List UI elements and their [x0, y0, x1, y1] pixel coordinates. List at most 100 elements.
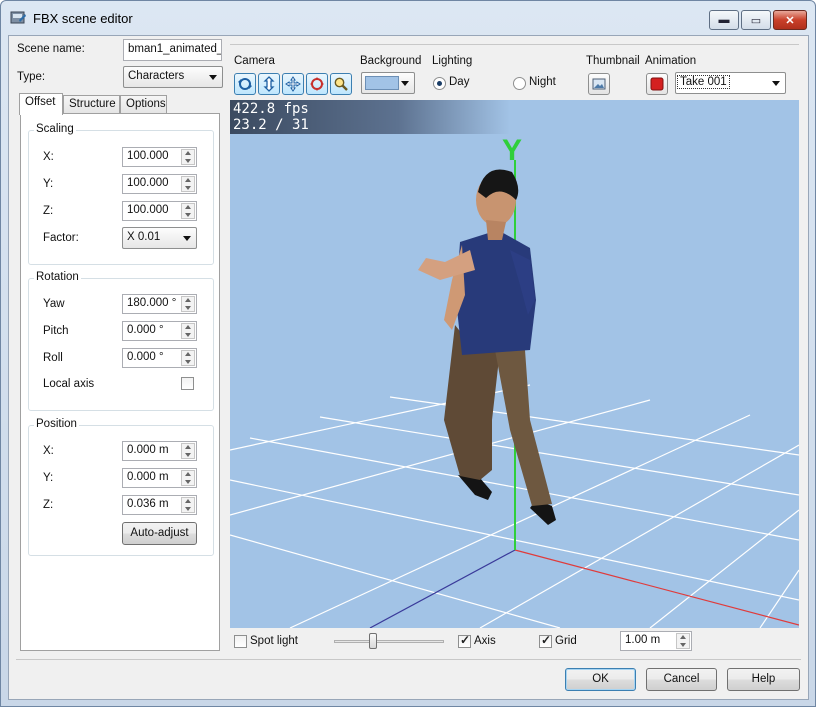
- scene-name-input[interactable]: bman1_animated_ru: [123, 39, 222, 61]
- night-radio[interactable]: [513, 77, 526, 90]
- scene-canvas: Y: [230, 134, 799, 628]
- pos-x-value: 0.000 m: [127, 444, 169, 456]
- day-label: Day: [449, 76, 470, 88]
- animation-label: Animation: [645, 55, 697, 67]
- spinner-icon[interactable]: [181, 296, 195, 312]
- scale-z-input[interactable]: 100.000: [122, 201, 197, 221]
- spinner-icon[interactable]: [181, 350, 195, 366]
- background-swatch: [365, 76, 399, 90]
- scale-x-input[interactable]: 100.000: [122, 147, 197, 167]
- grid-label: Grid: [555, 635, 577, 647]
- type-select-value: Characters: [128, 70, 185, 82]
- spot-light-label: Spot light: [250, 635, 298, 647]
- scaling-title: Scaling: [34, 123, 76, 135]
- roll-input[interactable]: 0.000 °: [122, 348, 197, 368]
- chevron-down-icon: [772, 81, 780, 86]
- pos-x-input[interactable]: 0.000 m: [122, 441, 197, 461]
- minimize-button[interactable]: ▬: [709, 10, 739, 30]
- scale-y-label: Y:: [43, 178, 54, 190]
- spinner-icon[interactable]: [181, 497, 195, 513]
- ok-button[interactable]: OK: [565, 668, 636, 691]
- orbit-camera-icon: [310, 77, 324, 91]
- footer-divider: [16, 659, 801, 660]
- rotate-camera-button[interactable]: [234, 73, 256, 95]
- pos-y-input[interactable]: 0.000 m: [122, 468, 197, 488]
- spinner-icon[interactable]: [181, 149, 195, 165]
- spinner-icon[interactable]: [181, 203, 195, 219]
- viewport-options-bar: Spot light Axis Grid 1.00 m: [230, 630, 799, 654]
- dialog-body: Scene name: bman1_animated_ru Type: Char…: [8, 35, 809, 700]
- character-model: [418, 169, 556, 525]
- move-camera-button[interactable]: [282, 73, 304, 95]
- day-radio[interactable]: [433, 77, 446, 90]
- spinner-icon[interactable]: [181, 443, 195, 459]
- pan-vertical-icon: [263, 76, 275, 92]
- spot-light-slider-thumb[interactable]: [368, 633, 377, 649]
- grid-size-input[interactable]: 1.00 m: [620, 631, 692, 651]
- record-button[interactable]: [646, 73, 668, 95]
- rotation-group: Rotation Yaw 180.000 ° Pitch 0.000 ° Rol…: [28, 271, 214, 411]
- y-axis-label: Y: [502, 134, 522, 167]
- camera-label: Camera: [234, 55, 275, 67]
- close-button[interactable]: ✕: [773, 10, 807, 30]
- roll-value: 0.000 °: [127, 351, 164, 363]
- background-color-picker[interactable]: [361, 72, 415, 94]
- pos-z-input[interactable]: 0.036 m: [122, 495, 197, 515]
- pitch-label: Pitch: [43, 325, 69, 337]
- pan-vertical-button[interactable]: [258, 73, 280, 95]
- animation-select-value: Take 001: [677, 75, 730, 89]
- zoom-button[interactable]: [330, 73, 352, 95]
- background-label: Background: [360, 55, 422, 67]
- pos-y-label: Y:: [43, 472, 54, 484]
- zoom-icon: [334, 77, 348, 91]
- spinner-icon[interactable]: [181, 470, 195, 486]
- axis-checkbox[interactable]: [458, 633, 471, 648]
- tab-structure[interactable]: Structure: [63, 95, 120, 114]
- offset-panel: Scaling X: 100.000 Y: 100.000 Z: 100.000…: [20, 113, 220, 651]
- tab-offset[interactable]: Offset: [19, 93, 63, 115]
- type-label: Type:: [17, 71, 46, 83]
- factor-select-value: X 0.01: [127, 231, 161, 243]
- spot-light-checkbox[interactable]: [234, 635, 247, 648]
- help-button[interactable]: Help: [727, 668, 800, 691]
- spinner-icon[interactable]: [181, 323, 195, 339]
- animation-select[interactable]: Take 001: [675, 72, 786, 94]
- scene-name-label: Scene name:: [17, 43, 85, 55]
- thumbnail-button[interactable]: [588, 73, 610, 95]
- tab-options[interactable]: Options: [120, 95, 167, 114]
- grid-checkbox[interactable]: [539, 633, 552, 648]
- pos-y-value: 0.000 m: [127, 471, 169, 483]
- chevron-down-icon: [183, 236, 191, 241]
- roll-label: Roll: [43, 352, 63, 364]
- x-axis-line: [514, 549, 799, 626]
- spot-light-slider-track[interactable]: [334, 640, 444, 643]
- pitch-input[interactable]: 0.000 °: [122, 321, 197, 341]
- chevron-down-icon: [209, 75, 217, 80]
- scale-x-label: X:: [43, 151, 54, 163]
- auto-adjust-button[interactable]: Auto-adjust: [122, 522, 197, 545]
- scale-x-value: 100.000: [127, 150, 169, 162]
- lighting-label: Lighting: [432, 55, 473, 67]
- fps-readout: 422.8 fps: [233, 101, 309, 117]
- pos-z-label: Z:: [43, 499, 54, 511]
- title-bar[interactable]: FBX scene editor ▬ ▭ ✕: [1, 1, 815, 35]
- pitch-value: 0.000 °: [127, 324, 164, 336]
- night-label: Night: [529, 76, 556, 88]
- maximize-button[interactable]: ▭: [741, 10, 771, 30]
- yaw-input[interactable]: 180.000 °: [122, 294, 197, 314]
- scale-z-value: 100.000: [127, 204, 169, 216]
- scale-y-input[interactable]: 100.000: [122, 174, 197, 194]
- factor-select[interactable]: X 0.01: [122, 227, 197, 249]
- type-select[interactable]: Characters: [123, 66, 223, 88]
- local-axis-checkbox[interactable]: [181, 377, 194, 390]
- spinner-icon[interactable]: [181, 176, 195, 192]
- factor-label: Factor:: [43, 232, 79, 244]
- viewport-3d[interactable]: Y 422.8 fps 23.2 / 31: [230, 100, 799, 628]
- spinner-icon[interactable]: [676, 633, 690, 649]
- cancel-button[interactable]: Cancel: [646, 668, 717, 691]
- grid-size-value: 1.00 m: [625, 634, 661, 646]
- chevron-down-icon: [401, 81, 409, 86]
- window: FBX scene editor ▬ ▭ ✕ Scene name: bman1…: [0, 0, 816, 707]
- image-icon: [592, 78, 606, 90]
- orbit-camera-button[interactable]: [306, 73, 328, 95]
